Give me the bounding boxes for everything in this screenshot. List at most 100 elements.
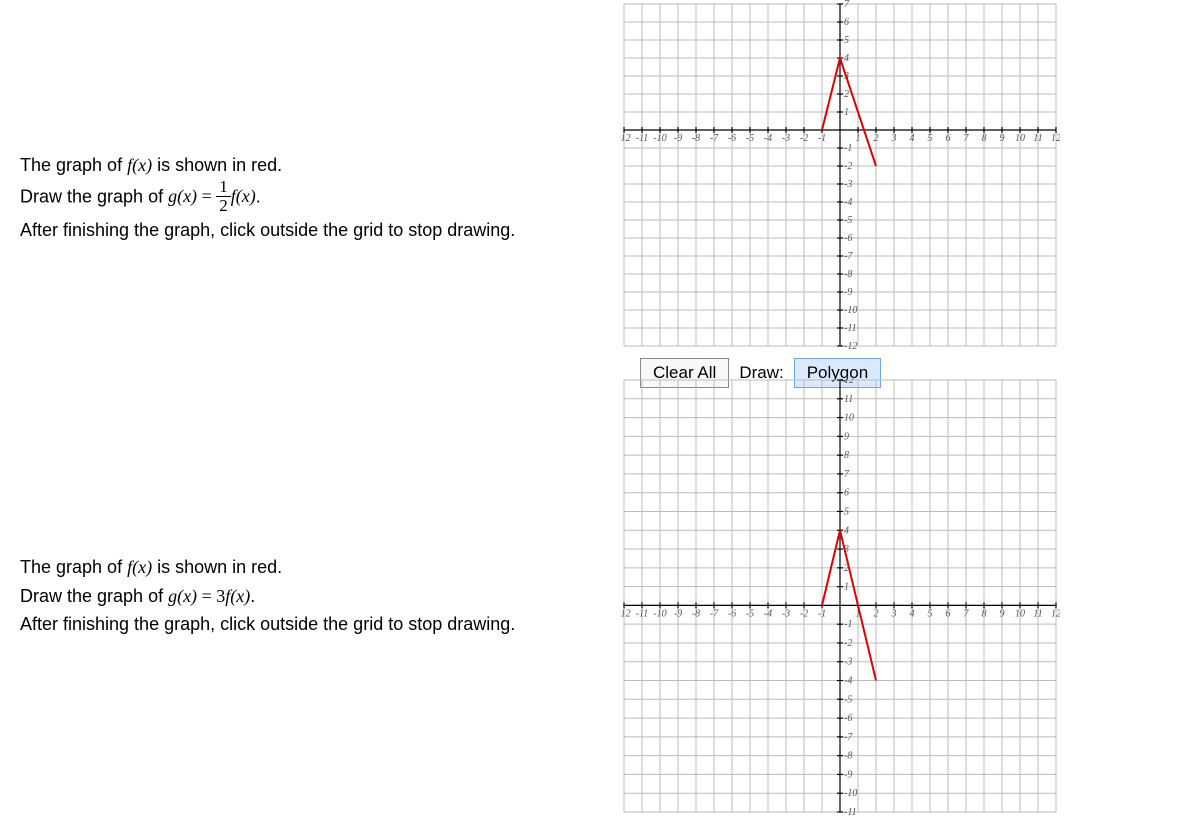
svg-text:-3: -3 (844, 179, 852, 190)
svg-text:-5: -5 (746, 608, 754, 619)
problem-2-prompt: The graph of f(x) is shown in red. Draw … (0, 553, 600, 639)
svg-text:-6: -6 (844, 713, 852, 724)
svg-text:4: 4 (910, 608, 915, 619)
svg-text:-1: -1 (844, 619, 852, 630)
svg-text:5: 5 (928, 133, 933, 144)
svg-text:-8: -8 (692, 133, 700, 144)
svg-text:-5: -5 (844, 694, 852, 705)
graph-1-svg[interactable]: -12-11-10-9-8-7-6-5-4-3-2-11234567891011… (620, 0, 1060, 350)
svg-text:2: 2 (874, 608, 879, 619)
svg-text:-5: -5 (746, 133, 754, 144)
svg-text:9: 9 (1000, 608, 1005, 619)
svg-text:-2: -2 (800, 133, 808, 144)
period: . (256, 186, 261, 206)
svg-text:-3: -3 (782, 608, 790, 619)
svg-text:5: 5 (844, 35, 849, 46)
svg-text:-12: -12 (620, 608, 631, 619)
svg-text:7: 7 (844, 0, 850, 10)
text: Draw the graph of (20, 186, 168, 206)
svg-text:12: 12 (1051, 608, 1060, 619)
svg-text:5: 5 (928, 608, 933, 619)
svg-text:-10: -10 (844, 788, 857, 799)
text: Draw the graph of (20, 586, 168, 606)
svg-text:1: 1 (856, 133, 861, 144)
svg-text:4: 4 (844, 525, 849, 536)
svg-text:5: 5 (844, 506, 849, 517)
problem-1-prompt: The graph of f(x) is shown in red. Draw … (0, 151, 600, 245)
fx-text: f(x) (127, 557, 152, 577)
svg-text:-11: -11 (636, 608, 649, 619)
svg-text:-4: -4 (764, 608, 772, 619)
prompt-line-1: The graph of f(x) is shown in red. (20, 151, 600, 180)
svg-text:-6: -6 (844, 233, 852, 244)
svg-text:10: 10 (1015, 133, 1025, 144)
svg-text:3: 3 (891, 608, 897, 619)
coef-3: 3 (216, 586, 225, 606)
svg-text:-9: -9 (674, 608, 682, 619)
svg-text:-1: -1 (818, 608, 826, 619)
svg-text:-11: -11 (844, 807, 857, 816)
graph-1-container[interactable]: -12-11-10-9-8-7-6-5-4-3-2-11234567891011… (620, 0, 1060, 350)
svg-text:8: 8 (982, 133, 987, 144)
svg-text:11: 11 (1033, 133, 1042, 144)
svg-text:6: 6 (844, 488, 849, 499)
svg-text:9: 9 (844, 431, 849, 442)
gx-text: g(x) (168, 586, 197, 606)
svg-text:-4: -4 (844, 676, 852, 687)
svg-text:3: 3 (891, 133, 897, 144)
problem-1-graph-column: -12-11-10-9-8-7-6-5-4-3-2-11234567891011… (620, 0, 1060, 396)
graph-2-svg[interactable]: -12-11-10-9-8-7-6-5-4-3-2-11234567891011… (620, 376, 1060, 816)
svg-text:11: 11 (844, 394, 853, 405)
equals: = (197, 186, 216, 206)
svg-text:8: 8 (844, 450, 849, 461)
svg-text:-3: -3 (844, 657, 852, 668)
fraction-den: 2 (216, 197, 231, 215)
prompt-line-2: Draw the graph of g(x) = 3f(x). (20, 582, 600, 611)
svg-text:-7: -7 (844, 732, 853, 743)
prompt-line-3: After finishing the graph, click outside… (20, 610, 600, 639)
svg-text:-7: -7 (710, 608, 719, 619)
svg-text:-9: -9 (844, 287, 852, 298)
problem-2-row: The graph of f(x) is shown in red. Draw … (0, 376, 1204, 816)
problem-1-row: The graph of f(x) is shown in red. Draw … (0, 0, 1204, 396)
svg-text:-2: -2 (844, 638, 852, 649)
fx-paren: f(x) (225, 586, 250, 606)
svg-text:-10: -10 (844, 305, 857, 316)
svg-text:8: 8 (982, 608, 987, 619)
equals: = (197, 586, 216, 606)
svg-text:11: 11 (1033, 608, 1042, 619)
svg-text:6: 6 (946, 608, 951, 619)
svg-text:-9: -9 (674, 133, 682, 144)
svg-text:-3: -3 (782, 133, 790, 144)
svg-text:6: 6 (844, 17, 849, 28)
svg-text:-8: -8 (692, 608, 700, 619)
svg-text:-1: -1 (844, 143, 852, 154)
svg-text:1: 1 (844, 582, 849, 593)
text: The graph of (20, 557, 127, 577)
problem-2-graph-column: -12-11-10-9-8-7-6-5-4-3-2-11234567891011… (620, 376, 1060, 816)
period: . (250, 586, 255, 606)
text: The graph of (20, 155, 127, 175)
prompt-line-1: The graph of f(x) is shown in red. (20, 553, 600, 582)
svg-text:12: 12 (844, 376, 854, 386)
fraction-num: 1 (216, 178, 231, 197)
fraction-one-half: 12 (216, 178, 231, 215)
svg-text:2: 2 (844, 89, 849, 100)
svg-text:-12: -12 (620, 133, 631, 144)
graph-2-container[interactable]: -12-11-10-9-8-7-6-5-4-3-2-11234567891011… (620, 376, 1060, 816)
svg-text:-8: -8 (844, 269, 852, 280)
svg-text:9: 9 (1000, 133, 1005, 144)
svg-text:-10: -10 (653, 133, 666, 144)
svg-text:-5: -5 (844, 215, 852, 226)
svg-text:-6: -6 (728, 133, 736, 144)
svg-text:-12: -12 (844, 341, 857, 350)
svg-text:1: 1 (844, 107, 849, 118)
svg-text:6: 6 (946, 133, 951, 144)
svg-text:-11: -11 (844, 323, 857, 334)
prompt-line-3: After finishing the graph, click outside… (20, 216, 600, 245)
svg-text:7: 7 (964, 608, 970, 619)
fx-paren: f(x) (231, 186, 256, 206)
svg-text:-7: -7 (710, 133, 719, 144)
svg-text:-2: -2 (800, 608, 808, 619)
prompt-line-2: Draw the graph of g(x) = 12f(x). (20, 180, 600, 217)
